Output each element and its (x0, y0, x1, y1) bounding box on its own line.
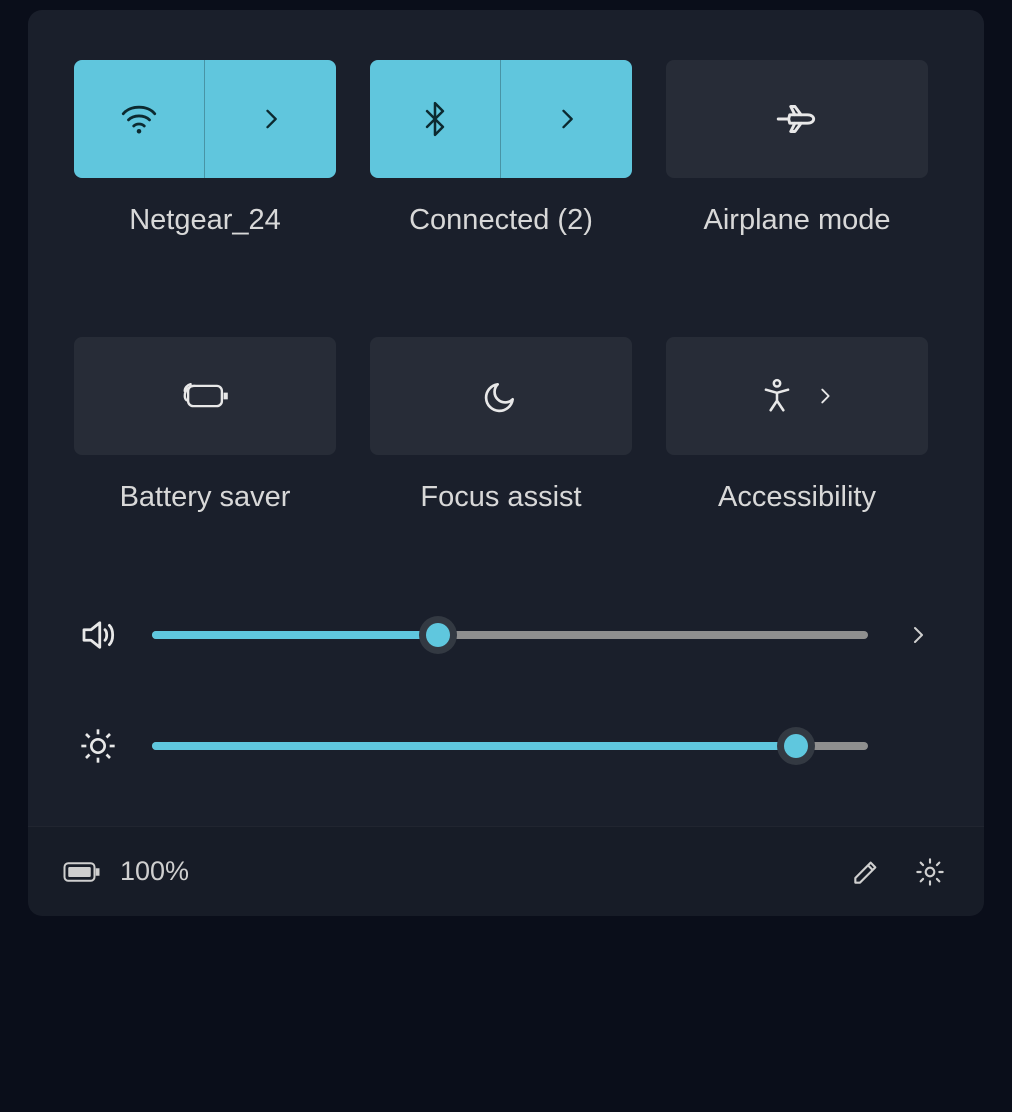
edit-button[interactable] (842, 848, 890, 896)
accessibility-label: Accessibility (718, 481, 876, 514)
bluetooth-expand[interactable] (501, 60, 632, 178)
wifi-tile-column: Netgear_24 (74, 60, 336, 237)
pencil-icon (850, 856, 882, 888)
bluetooth-label: Connected (2) (409, 204, 593, 237)
focus-assist-label: Focus assist (420, 481, 581, 514)
battery-saver-tile-column: Battery saver (74, 337, 336, 514)
sliders-section (28, 614, 984, 826)
chevron-right-icon (553, 105, 581, 133)
bluetooth-tile-column: Connected (2) (370, 60, 632, 237)
quick-settings-panel: Netgear_24 (28, 10, 984, 916)
volume-icon[interactable] (74, 614, 122, 656)
battery-icon (62, 859, 102, 885)
airplane-tile-column: Airplane mode (666, 60, 928, 237)
chevron-right-icon (257, 105, 285, 133)
accessibility-icon (758, 377, 796, 415)
gear-icon (914, 856, 946, 888)
brightness-slider-thumb[interactable] (777, 727, 815, 765)
brightness-icon[interactable] (74, 726, 122, 766)
airplane-icon (772, 94, 822, 144)
airplane-mode-tile[interactable] (666, 60, 928, 178)
focus-assist-tile[interactable] (370, 337, 632, 455)
volume-slider-thumb[interactable] (419, 616, 457, 654)
focus-assist-tile-column: Focus assist (370, 337, 632, 514)
battery-saver-label: Battery saver (120, 481, 291, 514)
bluetooth-icon (416, 100, 454, 138)
airplane-label: Airplane mode (704, 204, 891, 237)
wifi-label: Netgear_24 (129, 204, 281, 237)
chevron-right-icon (814, 385, 836, 407)
accessibility-tile[interactable] (666, 337, 928, 455)
volume-slider[interactable] (152, 623, 868, 647)
volume-more-button[interactable] (898, 623, 938, 647)
tile-row-2: Battery saver Focus assist (74, 337, 938, 514)
settings-button[interactable] (906, 848, 954, 896)
battery-saver-icon (178, 376, 232, 416)
tile-row-1: Netgear_24 (74, 60, 938, 237)
battery-saver-tile[interactable] (74, 337, 336, 455)
volume-row (74, 614, 938, 656)
wifi-expand[interactable] (205, 60, 336, 178)
wifi-toggle[interactable] (74, 60, 205, 178)
brightness-slider[interactable] (152, 734, 868, 758)
bluetooth-tile[interactable] (370, 60, 632, 178)
footer-bar: 100% (28, 826, 984, 916)
brightness-row (74, 726, 938, 766)
accessibility-tile-column: Accessibility (666, 337, 928, 514)
battery-status[interactable]: 100% (62, 856, 189, 887)
battery-percent-text: 100% (120, 856, 189, 887)
bluetooth-toggle[interactable] (370, 60, 501, 178)
wifi-tile[interactable] (74, 60, 336, 178)
moon-icon (481, 376, 521, 416)
tile-grid: Netgear_24 (28, 60, 984, 514)
wifi-icon (118, 98, 160, 140)
